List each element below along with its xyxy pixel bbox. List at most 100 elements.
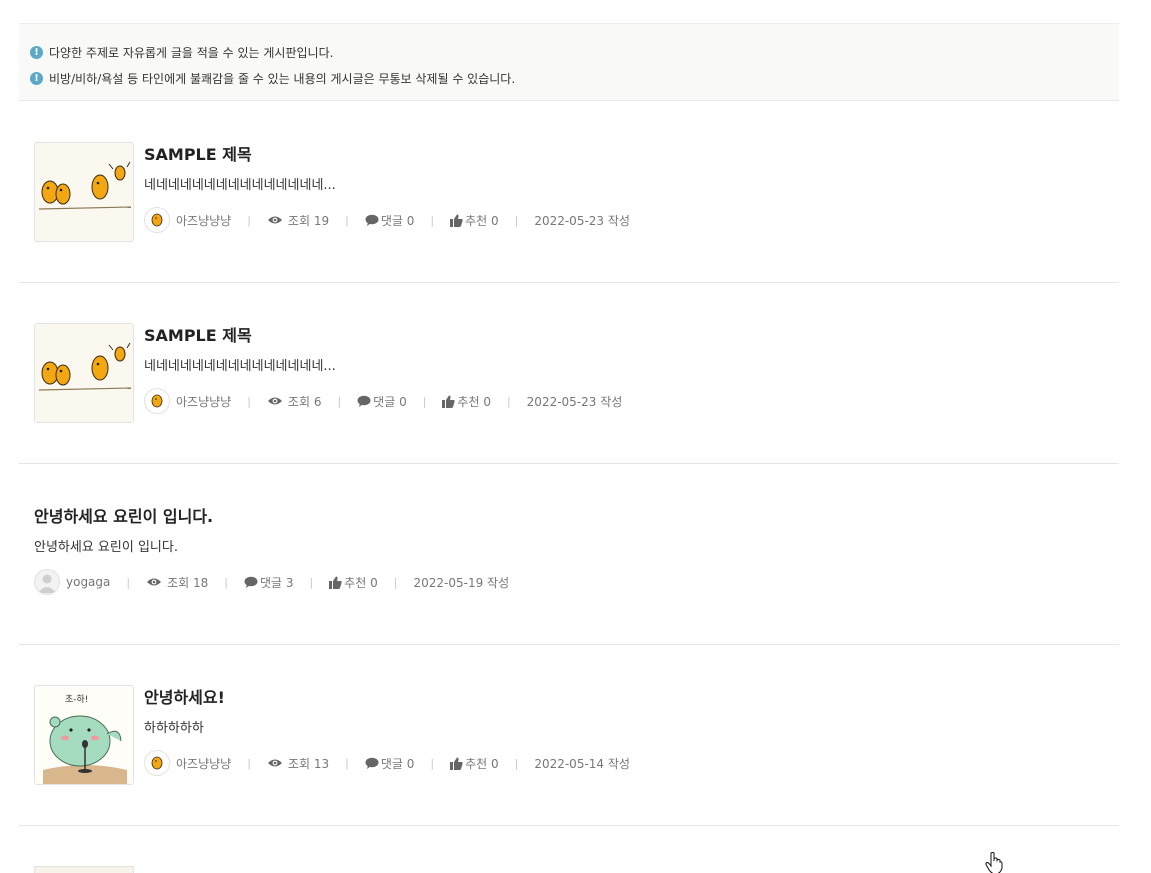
post-author[interactable]: yogaga — [66, 575, 110, 589]
like-count: 추천 0 — [450, 755, 499, 772]
post-thumbnail[interactable]: 초-하! — [34, 685, 134, 785]
meta-divider: | — [393, 575, 398, 589]
post-excerpt[interactable]: 네네네네네네네네네네네네네네네... — [144, 172, 630, 200]
meta-divider: | — [309, 575, 314, 589]
meta-divider: | — [126, 575, 131, 589]
meta-divider: | — [422, 394, 427, 408]
post-list-item[interactable]: 안녕하세요 요린이 입니다. 안녕하세요 요린이 입니다. yogaga | 조… — [19, 464, 1119, 645]
post-list-item[interactable]: 초-하! 안녕하세요! 하하하하하 아즈냥냥냥 | 조회 13 | 댓글 0 |… — [19, 645, 1119, 826]
eye-icon — [267, 758, 283, 768]
post-title[interactable]: 안녕하세요 요린이 입니다. — [34, 504, 509, 530]
avatar[interactable] — [34, 569, 60, 595]
post-author[interactable]: 아즈냥냥냥 — [176, 755, 231, 772]
meta-divider: | — [337, 394, 342, 408]
avatar[interactable] — [144, 207, 170, 233]
birds-illustration — [35, 324, 133, 422]
info-icon: ! — [30, 71, 43, 85]
thumbs-up-icon — [450, 214, 463, 227]
info-icon: ! — [30, 45, 43, 59]
thumbs-up-icon — [329, 576, 342, 589]
comment-count-text: 댓글 3 — [260, 575, 294, 590]
post-excerpt[interactable]: 네네네네네네네네네네네네네네네... — [144, 353, 622, 381]
post-title[interactable]: SAMPLE 제목 — [144, 323, 622, 349]
meta-divider: | — [506, 394, 511, 408]
default-user-icon — [38, 574, 56, 593]
post-title[interactable]: 안녕하세요! — [144, 685, 630, 711]
comment-count: 댓글 0 — [357, 393, 407, 410]
bird-avatar-icon — [151, 756, 163, 770]
comment-count: 댓글 0 — [365, 755, 415, 772]
post-thumbnail[interactable] — [34, 142, 134, 242]
meta-divider: | — [247, 213, 251, 227]
comment-count-text: 댓글 0 — [380, 213, 415, 228]
meta-divider: | — [514, 756, 519, 770]
view-count-text: 조회 6 — [287, 394, 322, 409]
meta-divider: | — [430, 756, 435, 770]
comment-count: 댓글 3 — [244, 574, 294, 591]
comment-count-text: 댓글 0 — [380, 756, 415, 771]
meta-divider: | — [345, 756, 349, 770]
bird-avatar-icon — [151, 213, 163, 227]
post-meta: 아즈냥냥냥 | 조회 6 | 댓글 0 | 추천 0 | 2022-05-23 … — [144, 387, 622, 415]
eye-icon — [146, 577, 162, 587]
post-date: 2022-05-14 작성 — [534, 756, 630, 771]
view-count: 조회 13 — [267, 755, 329, 772]
meta-divider: | — [224, 575, 228, 589]
like-count-text: 추천 0 — [465, 756, 499, 771]
post-meta: yogaga | 조회 18 | 댓글 3 | 추천 0 | 2022-05-1… — [34, 568, 509, 596]
view-count: 조회 6 — [267, 393, 322, 410]
meta-divider: | — [514, 213, 519, 227]
post-date: 2022-05-23 작성 — [534, 213, 630, 228]
like-count-text: 추천 0 — [465, 213, 499, 228]
thumbs-up-icon — [450, 757, 463, 770]
bird-avatar-icon — [151, 394, 163, 408]
avatar[interactable] — [144, 750, 170, 776]
eye-icon — [267, 215, 283, 225]
like-count-text: 추천 0 — [344, 575, 378, 590]
view-count-text: 조회 13 — [287, 756, 330, 771]
thumbs-up-icon — [442, 395, 456, 408]
post-date: 2022-05-23 작성 — [526, 394, 623, 409]
eye-icon — [267, 396, 283, 406]
comment-icon — [357, 395, 371, 407]
post-author[interactable]: 아즈냥냥냥 — [176, 212, 231, 229]
birds-illustration — [35, 143, 133, 241]
view-count-text: 조회 18 — [167, 575, 209, 590]
meta-divider: | — [430, 213, 435, 227]
post-date: 2022-05-19 작성 — [413, 575, 510, 590]
board-notice: ! 다양한 주제로 자유롭게 글을 적을 수 있는 게시판입니다. ! 비방/비… — [19, 23, 1119, 101]
meta-divider: | — [247, 756, 251, 770]
meta-divider: | — [345, 213, 349, 227]
comment-icon — [365, 214, 379, 226]
like-count: 추천 0 — [450, 212, 499, 229]
thumbnail-caption: 초-하! — [65, 694, 88, 705]
comment-icon — [365, 757, 379, 769]
comment-icon — [244, 576, 258, 588]
post-title[interactable]: SAMPLE 제목 — [144, 142, 630, 168]
view-count-text: 조회 19 — [287, 213, 330, 228]
notice-line: ! 다양한 주제로 자유롭게 글을 적을 수 있는 게시판입니다. — [30, 39, 1119, 65]
post-thumbnail[interactable] — [34, 323, 134, 423]
meta-divider: | — [247, 394, 251, 408]
post-list-item[interactable]: SAMPLE 제목 네네네네네네네네네네네네네네네... 아즈냥냥냥 | 조회 … — [19, 102, 1119, 283]
post-meta: 아즈냥냥냥 | 조회 13 | 댓글 0 | 추천 0 | 2022-05-14… — [144, 749, 630, 777]
notice-text: 다양한 주제로 자유롭게 글을 적을 수 있는 게시판입니다. — [49, 45, 334, 60]
notice-line: ! 비방/비하/욕설 등 타인에게 불쾌감을 줄 수 있는 내용의 게시글은 무… — [30, 65, 1119, 91]
post-thumbnail-partial[interactable] — [34, 866, 134, 873]
post-list-item[interactable]: SAMPLE 제목 네네네네네네네네네네네네네네네... 아즈냥냥냥 | 조회 … — [19, 283, 1119, 464]
like-count: 추천 0 — [442, 393, 491, 410]
hand-cursor-icon — [985, 852, 1003, 873]
board-page: ! 다양한 주제로 자유롭게 글을 적을 수 있는 게시판입니다. ! 비방/비… — [0, 0, 1151, 873]
post-excerpt[interactable]: 하하하하하 — [144, 715, 630, 743]
avatar[interactable] — [144, 388, 170, 414]
comment-count: 댓글 0 — [365, 212, 415, 229]
like-count-text: 추천 0 — [457, 394, 491, 409]
comment-count-text: 댓글 0 — [373, 394, 407, 409]
view-count: 조회 18 — [146, 574, 208, 591]
notice-text: 비방/비하/욕설 등 타인에게 불쾌감을 줄 수 있는 내용의 게시글은 무통보… — [49, 71, 516, 86]
post-meta: 아즈냥냥냥 | 조회 19 | 댓글 0 | 추천 0 | 2022-05-23… — [144, 206, 630, 234]
dino-microphone-illustration: 초-하! — [35, 686, 133, 784]
like-count: 추천 0 — [329, 574, 378, 591]
post-author[interactable]: 아즈냥냥냥 — [176, 393, 231, 410]
post-excerpt[interactable]: 안녕하세요 요린이 입니다. — [34, 534, 509, 562]
